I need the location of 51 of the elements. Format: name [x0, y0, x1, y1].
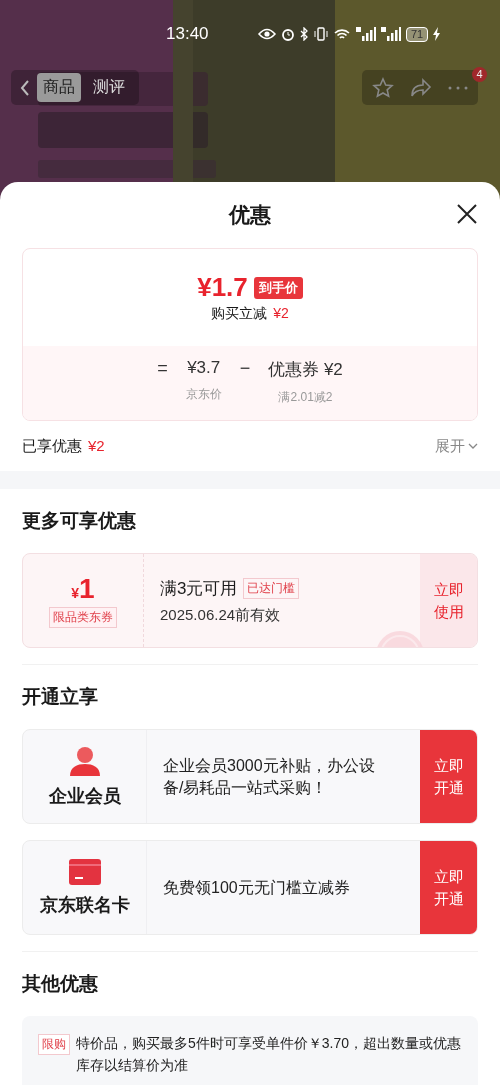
wifi-icon [333, 27, 351, 41]
membership-name: 企业会员 [48, 784, 121, 808]
operator: = [157, 358, 168, 379]
nav-tab[interactable]: 商品 [37, 73, 81, 102]
signal-icon [356, 27, 376, 41]
note-tag: 限购 [38, 1034, 70, 1055]
term-caption: 满2.01减2 [278, 389, 333, 406]
battery-level: 71 [406, 26, 429, 42]
status-tag: 已达门槛 [243, 577, 300, 599]
alarm-icon [281, 27, 295, 41]
eye-icon [258, 28, 276, 40]
note-text: 特价品，购买最多5件时可享受单件价￥3.70，超出数量或优惠库存以结算价为准 [76, 1034, 463, 1075]
coupon-type-tag: 限品类东券 [49, 607, 117, 628]
vibrate-icon [314, 27, 328, 41]
saving-label: 购买立减 [211, 305, 268, 323]
person-icon [68, 745, 101, 776]
enjoyed-amount: ¥2 [88, 436, 105, 456]
price-term: ¥3.7 [187, 358, 221, 378]
bluetooth-icon [300, 27, 309, 41]
coupon-condition: 满3元可用 [160, 577, 238, 600]
term-caption: 京东价 [185, 386, 222, 403]
activate-button[interactable]: 立即开通 [420, 730, 477, 823]
use-button[interactable]: 立即使用 [420, 554, 477, 647]
charging-icon [433, 27, 441, 41]
membership-description: 免费领100元无门槛立减券 [163, 877, 350, 898]
nav-tab[interactable]: 测评 [87, 73, 131, 102]
signal-icon [381, 27, 401, 41]
close-icon[interactable] [456, 203, 478, 225]
more-icon[interactable] [448, 85, 468, 90]
section-title: 其他优惠 [22, 972, 98, 996]
final-price: ¥1.7 [197, 272, 248, 303]
membership-name: 京东联名卡 [39, 893, 130, 917]
price-tag: 到手价 [253, 276, 303, 299]
section-title: 开通立享 [22, 685, 98, 709]
enjoyed-label: 已享优惠 [22, 436, 82, 456]
card-icon [68, 858, 101, 885]
price-term: 优惠券 ¥2 [268, 359, 343, 381]
coupon-validity: 2025.06.24前有效 [160, 605, 282, 625]
status-time: 13:40 [166, 24, 209, 44]
star-icon[interactable] [372, 76, 394, 99]
membership-description: 企业会员3000元补贴，办公设备/易耗品一站式采购！ [163, 755, 376, 798]
expand-toggle[interactable]: 展开 [435, 436, 478, 456]
activate-button[interactable]: 立即开通 [420, 841, 477, 934]
chevron-down-icon [468, 443, 478, 449]
share-icon[interactable] [410, 77, 432, 98]
coupon-amount: ¥1 [71, 573, 95, 605]
saving-amount: ¥2 [273, 305, 289, 323]
sheet-title: 优惠 [229, 202, 271, 228]
back-icon[interactable] [19, 78, 31, 97]
operator: − [239, 358, 251, 379]
section-title: 更多可享优惠 [22, 509, 136, 533]
